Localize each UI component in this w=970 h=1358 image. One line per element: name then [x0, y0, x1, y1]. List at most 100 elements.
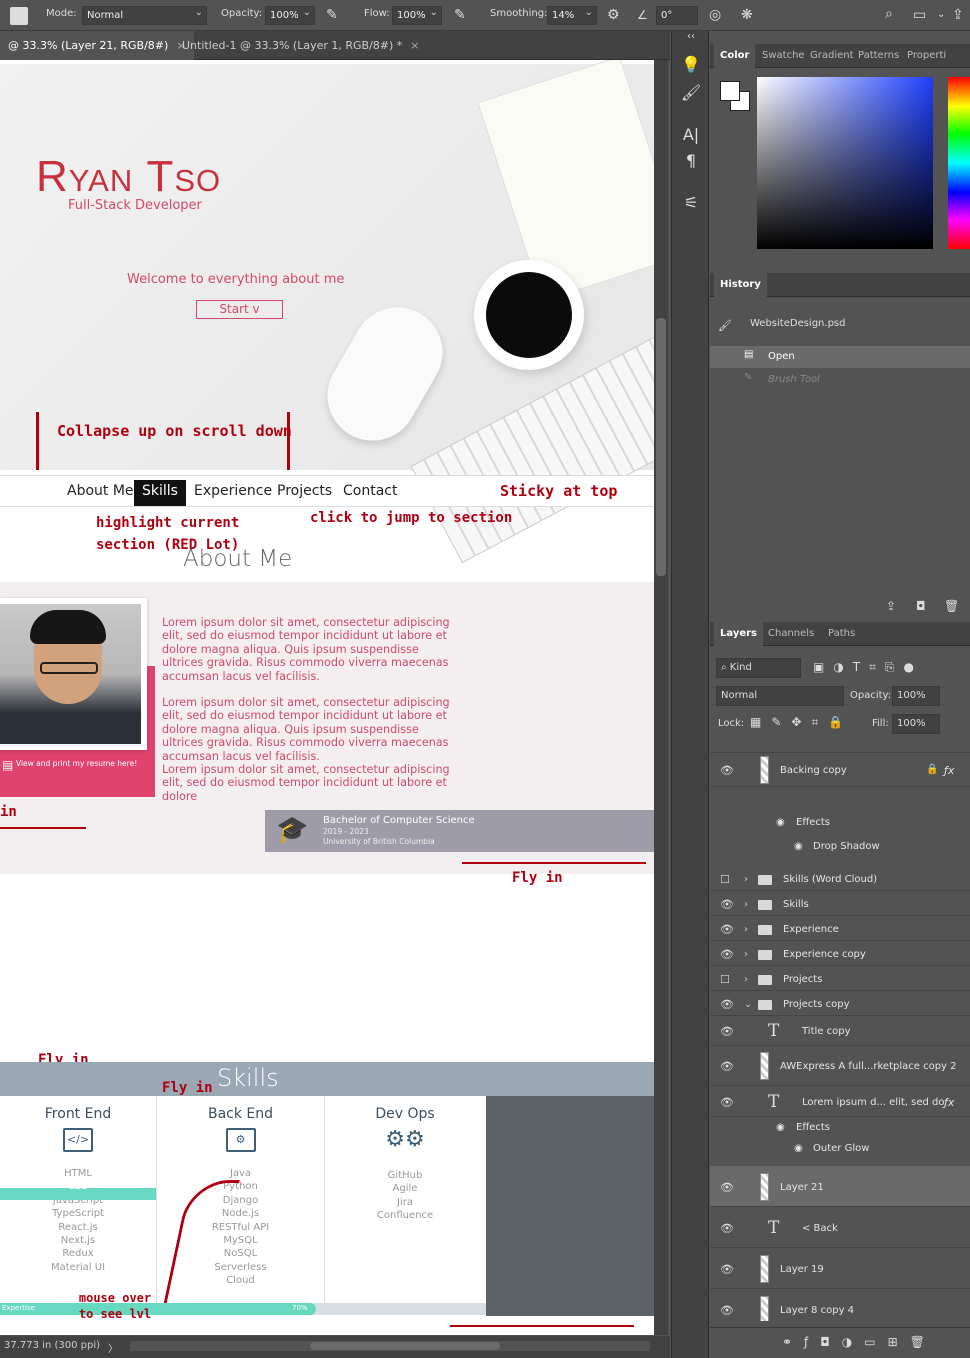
eye-icon[interactable]: 👁 — [720, 1025, 734, 1038]
layer-row[interactable]: 👁 Layer 19 — [710, 1248, 970, 1289]
eye-icon[interactable]: 👁 — [720, 1096, 734, 1109]
trash-icon[interactable]: 🗑 — [944, 599, 959, 613]
eye-icon[interactable]: 👁 — [720, 948, 734, 961]
layer-row[interactable]: 👁 AWExpress A full...rketplace copy 2 — [710, 1046, 970, 1086]
paragraph-icon[interactable]: ¶ — [672, 151, 710, 170]
blend-mode-select[interactable]: Normal — [716, 686, 844, 706]
chevron-right-icon[interactable]: › — [744, 924, 748, 935]
layer-row[interactable]: 👁 T Lorem ipsum d... elit, sed do ƒx — [710, 1086, 970, 1117]
layer-row[interactable]: 👁 Layer 21 — [710, 1166, 970, 1207]
visibility-off-icon[interactable]: ☐ — [720, 973, 730, 986]
skill-item[interactable]: Next.js — [0, 1234, 156, 1247]
layer-row[interactable]: 👁 T Title copy — [710, 1016, 970, 1046]
mode-select[interactable]: Normal — [82, 6, 207, 25]
flow-input[interactable]: 100% — [392, 6, 442, 25]
layer-row[interactable]: 👁 › Skills — [710, 891, 970, 916]
horizontal-scroll-thumb[interactable] — [310, 1342, 500, 1350]
resume-link[interactable]: View and print my resume here! — [16, 759, 137, 768]
eye-icon[interactable]: ◉ — [794, 1143, 803, 1154]
skill-item[interactable]: Python — [157, 1180, 324, 1193]
tab-history[interactable]: History — [714, 273, 767, 297]
history-open[interactable]: ▤ Open — [710, 346, 970, 368]
layer-row[interactable]: ◉ Drop Shadow — [710, 836, 970, 855]
eye-icon[interactable]: 👁 — [720, 998, 734, 1011]
layer-row[interactable]: ☐ › Projects — [710, 966, 970, 991]
layer-row[interactable]: 👁 › Experience copy — [710, 941, 970, 966]
eye-icon[interactable]: 👁 — [720, 923, 734, 936]
skill-item[interactable]: Material UI — [0, 1261, 156, 1274]
share-icon[interactable]: ⇪ — [952, 8, 964, 22]
smoothing-input[interactable]: 14% — [547, 6, 597, 25]
chevron-right-icon[interactable]: › — [744, 899, 748, 910]
brush-settings-icon[interactable]: 🖌 — [672, 83, 710, 102]
brush-tool-icon[interactable] — [10, 7, 28, 25]
airbrush-icon[interactable]: ✎ — [454, 8, 466, 22]
layer-row[interactable]: ◉ Outer Glow — [710, 1138, 970, 1157]
workspace-icon[interactable]: ▭ — [913, 8, 926, 22]
chevron-down-icon[interactable]: ⌄ — [744, 999, 752, 1010]
skill-item[interactable]: Redux — [0, 1247, 156, 1260]
layer-row[interactable]: ◉ Effects — [710, 1117, 970, 1136]
skill-item[interactable]: Confluence — [325, 1209, 485, 1222]
status-arrow-icon[interactable]: 〉 — [108, 1340, 118, 1355]
eye-icon[interactable]: ◉ — [794, 841, 803, 852]
effects-icon[interactable]: ƒx — [944, 1096, 954, 1109]
tab-paths[interactable]: Paths — [822, 622, 861, 646]
layer-opacity-input[interactable]: 100% — [892, 686, 940, 706]
skill-item[interactable]: CSS — [0, 1180, 156, 1193]
skill-item[interactable]: Java — [157, 1167, 324, 1180]
eye-icon[interactable]: 👁 — [720, 1181, 734, 1194]
eye-icon[interactable]: 👁 — [720, 1304, 734, 1317]
camera-icon[interactable]: ◘ — [916, 599, 926, 613]
skill-item[interactable]: React.js — [0, 1221, 156, 1234]
layer-row[interactable]: 👁 ⌄ Projects copy — [710, 991, 970, 1016]
layer-row[interactable]: 👁 Layer 8 copy 4 — [710, 1289, 970, 1321]
tab-websitedesign[interactable]: @ 33.3% (Layer 21, RGB/8#) × — [0, 31, 194, 60]
eye-icon[interactable]: 👁 — [720, 1060, 734, 1073]
kind-filter[interactable]: ⌕ Kind — [716, 658, 801, 678]
tab-properties[interactable]: Properti — [901, 44, 952, 68]
eye-icon[interactable]: 👁 — [720, 1263, 734, 1276]
nav-projects[interactable]: Projects — [269, 480, 340, 506]
skill-item[interactable]: GitHub — [325, 1169, 485, 1182]
skill-item[interactable]: Agile — [325, 1182, 485, 1195]
tab-color[interactable]: Color — [714, 44, 756, 68]
layer-row[interactable]: 👁 Backing copy ƒx 🔒 — [710, 753, 970, 787]
vertical-scrollbar[interactable] — [654, 60, 668, 1335]
visibility-off-icon[interactable]: ☐ — [720, 873, 730, 886]
tab-swatches[interactable]: Swatche — [756, 44, 811, 68]
tab-patterns[interactable]: Patterns — [852, 44, 905, 68]
color-picker-field[interactable] — [757, 77, 933, 249]
tab-layers[interactable]: Layers — [714, 622, 763, 646]
collapse-icon[interactable]: ‹‹ — [672, 31, 710, 42]
layer-row[interactable]: 👁 T < Back — [710, 1207, 970, 1248]
opacity-input[interactable]: 100% — [265, 6, 315, 25]
layer-row[interactable]: 👁 › Experience — [710, 916, 970, 941]
foreground-swatch[interactable] — [720, 81, 740, 101]
start-button[interactable]: Start v — [196, 300, 283, 319]
chevron-right-icon[interactable]: › — [744, 874, 748, 885]
history-brush-tool[interactable]: ✎ Brush Tool — [710, 369, 970, 391]
pressure-opacity-icon[interactable]: ✎ — [326, 8, 338, 22]
eye-icon[interactable]: ◉ — [776, 817, 785, 828]
pressure-size-icon[interactable]: ◎ — [709, 8, 721, 22]
eye-icon[interactable]: 👁 — [720, 764, 734, 777]
tab-channels[interactable]: Channels — [762, 622, 820, 646]
angle-input[interactable]: 0° — [656, 6, 698, 25]
eye-icon[interactable]: 👁 — [720, 1222, 734, 1235]
eye-icon[interactable]: ◉ — [776, 1122, 785, 1133]
document-canvas[interactable]: NetflixPrime VideoROTTEN TOMATOESDeals B… — [0, 60, 654, 1335]
close-icon[interactable]: × — [410, 39, 419, 52]
hue-slider[interactable] — [948, 77, 970, 249]
skill-item[interactable]: TypeScript — [0, 1207, 156, 1220]
vertical-scroll-thumb[interactable] — [656, 318, 666, 576]
skill-item[interactable]: HTML — [0, 1167, 156, 1180]
search-icon[interactable]: ⌕ — [885, 7, 893, 21]
adjustments-icon[interactable]: ⚟ — [672, 193, 710, 212]
lightbulb-icon[interactable]: 💡 — [672, 55, 710, 74]
nav-contact[interactable]: Contact — [335, 480, 405, 506]
filter-icons[interactable]: ▣◑T⌗⎘● — [813, 660, 923, 675]
nav-experience[interactable]: Experience — [186, 480, 280, 506]
gear-icon[interactable]: ⚙ — [607, 8, 620, 22]
symmetry-icon[interactable]: ❋ — [741, 8, 753, 22]
